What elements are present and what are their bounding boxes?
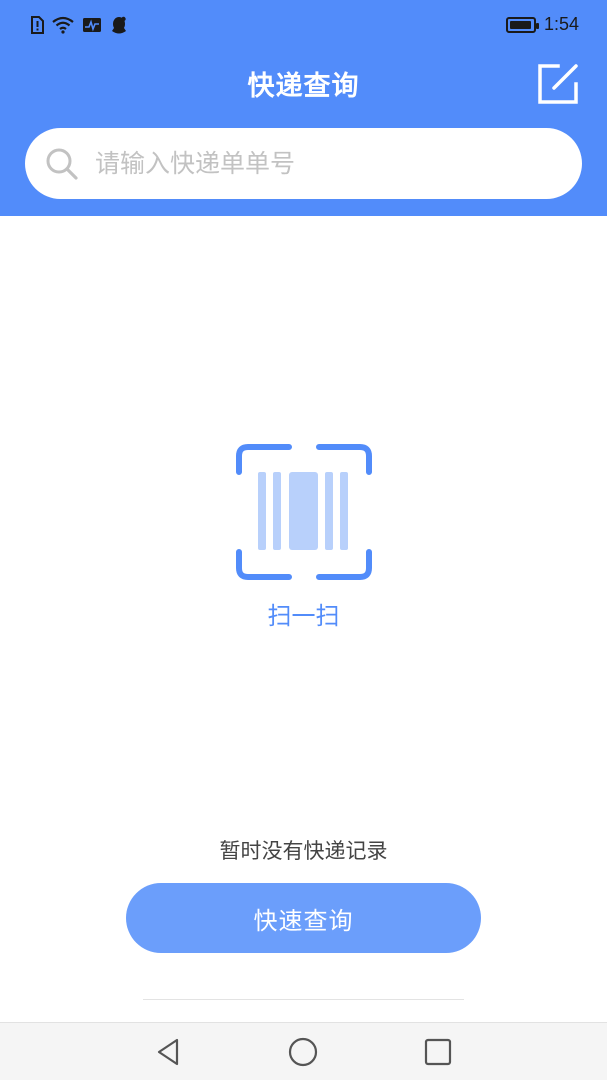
divider: [143, 999, 464, 1000]
search-icon: [46, 148, 78, 180]
status-icons-right: 1:54: [505, 14, 579, 35]
sim-alert-icon: [31, 16, 44, 34]
nav-recents-button[interactable]: [422, 1036, 454, 1068]
system-nav-bar: [0, 1022, 607, 1080]
status-icons-left: [30, 16, 128, 34]
status-time: 1:54: [543, 14, 579, 34]
home-icon: [288, 1037, 318, 1067]
page-title: 快递查询: [247, 71, 360, 102]
barcode-scan-icon: [236, 444, 372, 580]
quick-query-button[interactable]: 快速查询: [126, 883, 481, 953]
back-icon: [157, 1038, 179, 1066]
search-input[interactable]: [95, 149, 535, 178]
search-bar[interactable]: [25, 128, 582, 199]
scan-label[interactable]: 扫一扫: [0, 596, 607, 631]
edit-icon: [538, 64, 578, 104]
empty-state-text: 暂时没有快递记录: [219, 839, 388, 863]
wifi-icon: [52, 16, 74, 34]
edit-button[interactable]: [536, 62, 580, 106]
recents-icon: [424, 1038, 452, 1066]
scan-button[interactable]: [234, 442, 374, 582]
nav-home-button[interactable]: [287, 1036, 319, 1068]
nav-back-button[interactable]: [152, 1036, 184, 1068]
qq-penguin-icon: [112, 16, 126, 34]
battery-icon: [505, 16, 539, 33]
activity-monitor-icon: [83, 18, 101, 32]
app-header: 1:54 快递查询: [0, 0, 607, 216]
battery-level: [509, 20, 531, 29]
status-bar: 1:54: [0, 0, 607, 54]
